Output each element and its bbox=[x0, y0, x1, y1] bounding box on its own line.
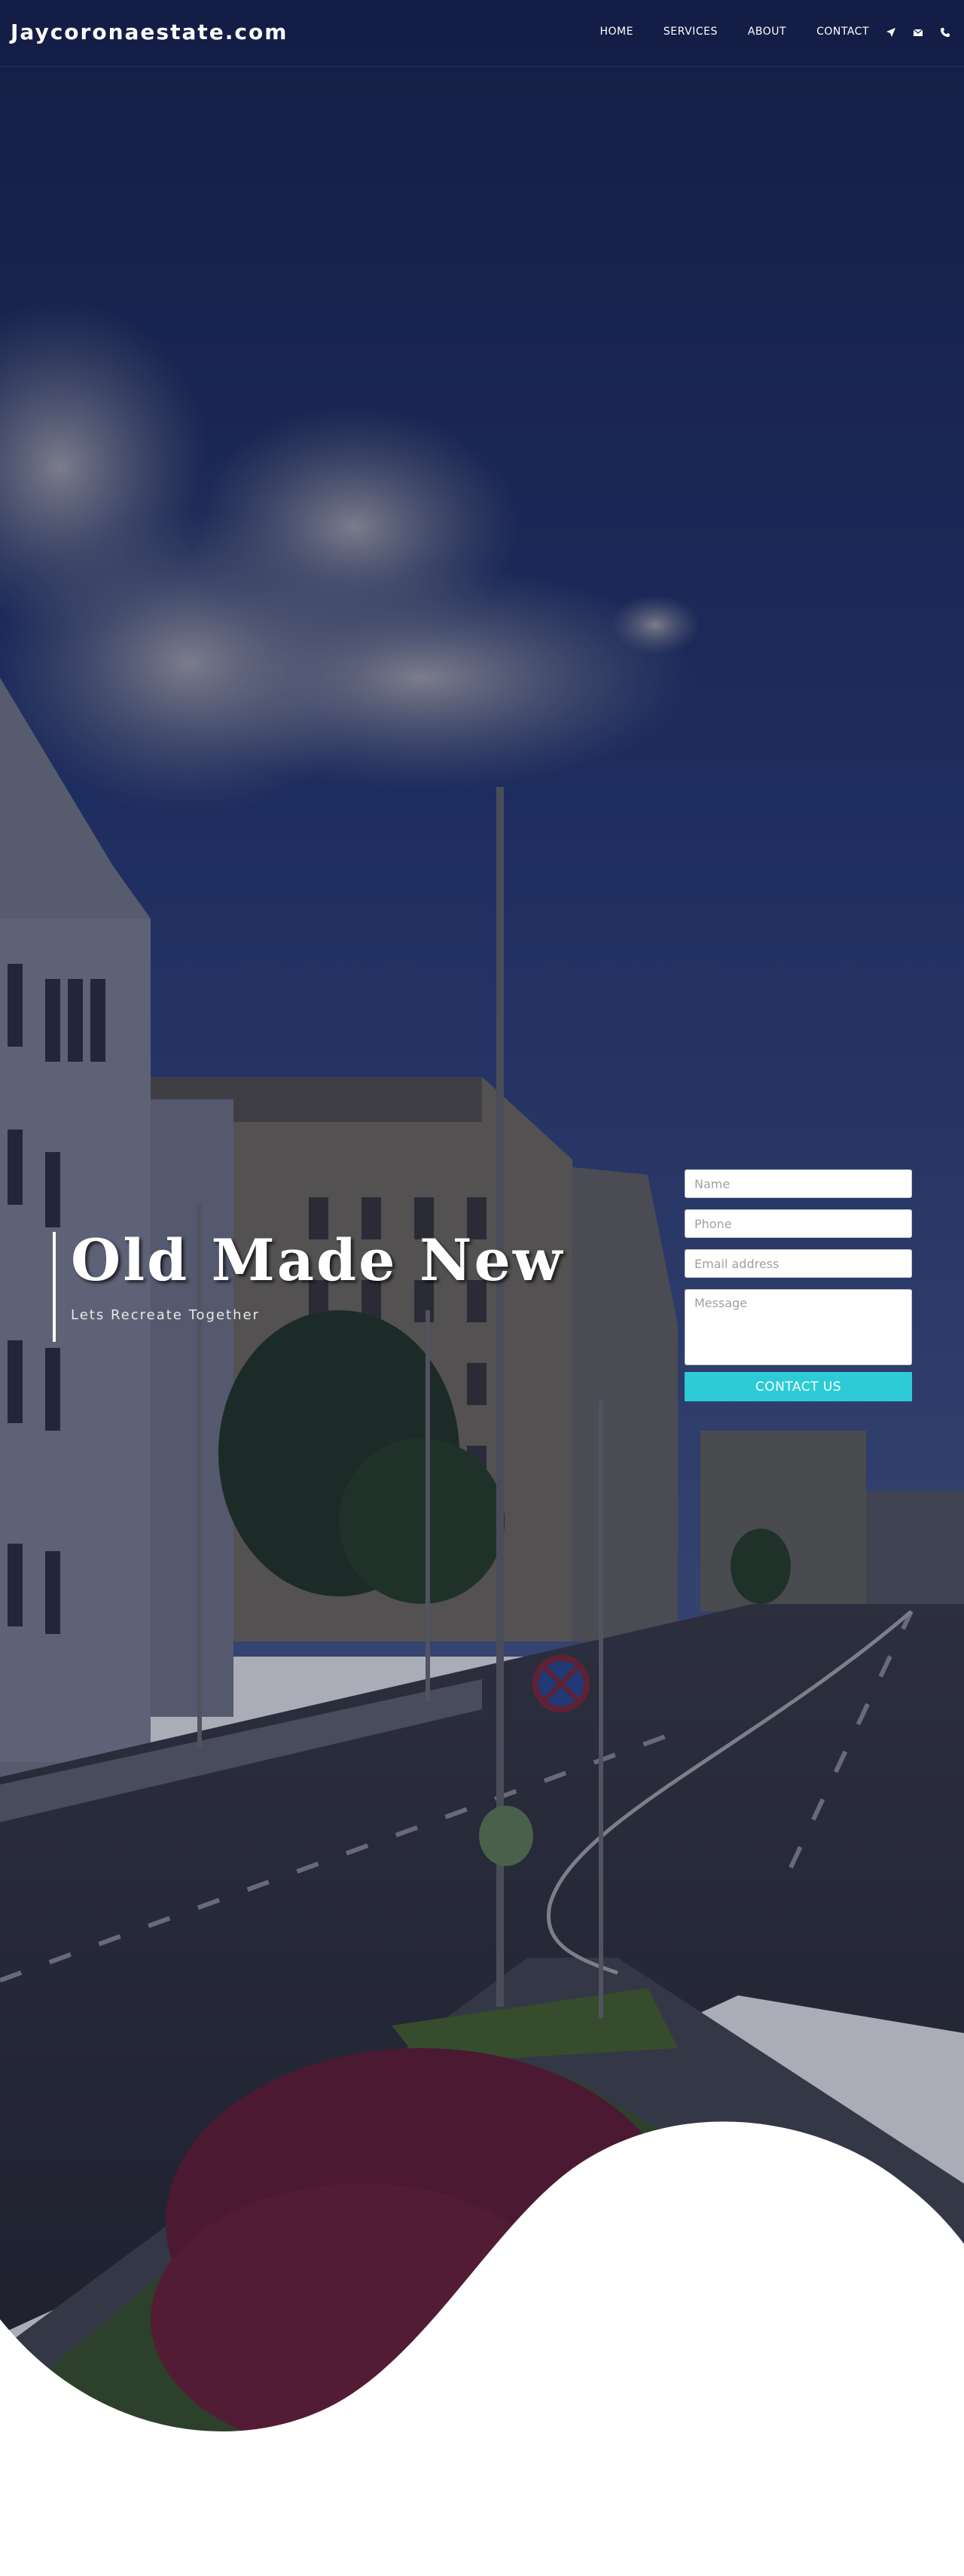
nav-about-link[interactable]: ABOUT bbox=[748, 26, 786, 38]
nav-contact-link[interactable]: CONTACT bbox=[816, 26, 869, 38]
phone-input[interactable] bbox=[685, 1209, 912, 1238]
site-logo[interactable]: Jaycoronaestate.com bbox=[11, 20, 288, 44]
envelope-icon[interactable] bbox=[913, 26, 923, 37]
contact-us-button[interactable]: CONTACT US bbox=[685, 1372, 912, 1401]
hero-title: Old Made New bbox=[71, 1227, 565, 1294]
hero-subtitle: Lets Recreate Together bbox=[71, 1307, 260, 1323]
hero-text-block: Old Made New Lets Recreate Together bbox=[53, 1232, 564, 1342]
nav-services-link[interactable]: SERVICES bbox=[664, 26, 718, 38]
nav-home-link[interactable]: HOME bbox=[599, 26, 633, 38]
top-navbar: Jaycoronaestate.com HOME SERVICES ABOUT … bbox=[0, 0, 964, 67]
phone-icon[interactable] bbox=[940, 26, 950, 37]
message-textarea[interactable] bbox=[685, 1289, 912, 1365]
main-nav: HOME SERVICES ABOUT CONTACT bbox=[569, 26, 950, 38]
location-arrow-icon[interactable] bbox=[886, 26, 896, 37]
contact-form: CONTACT US bbox=[685, 1169, 912, 1401]
name-input[interactable] bbox=[685, 1169, 912, 1198]
email-input[interactable] bbox=[685, 1249, 912, 1278]
